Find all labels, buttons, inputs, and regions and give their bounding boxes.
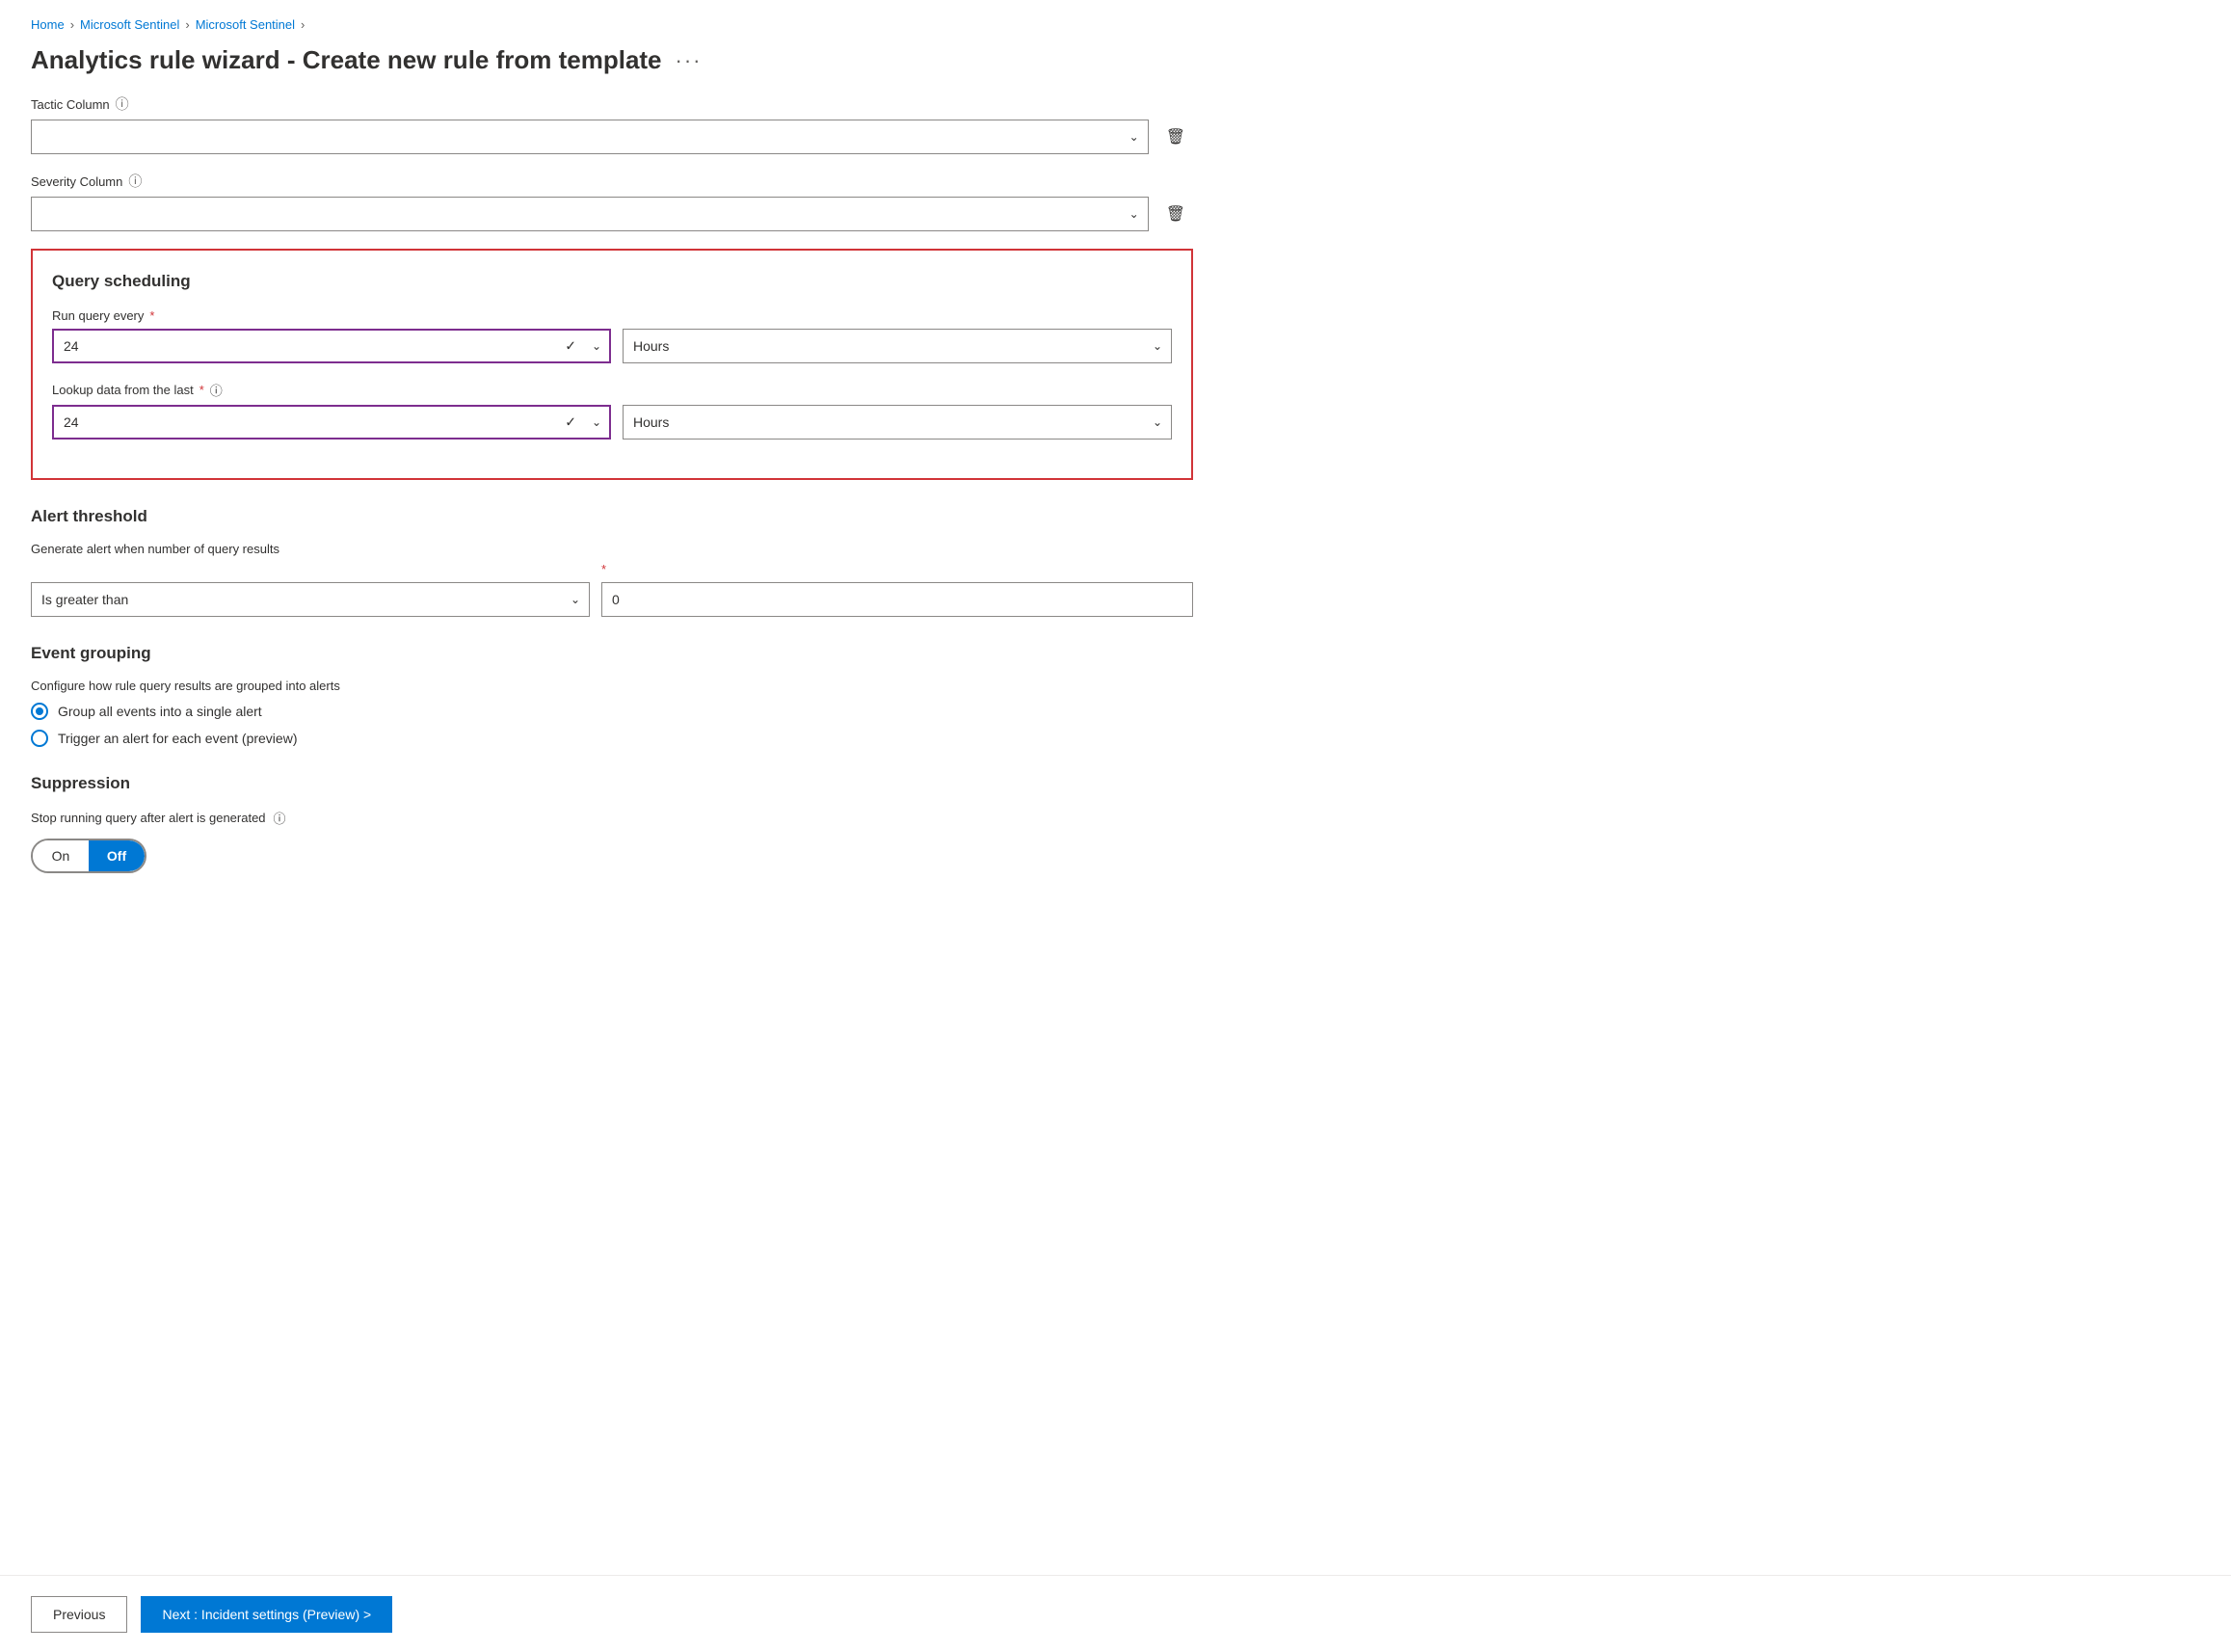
- main-content: Tactic Column ⓘ ⌄ 🗑 Severity Column ⓘ ⌄: [0, 94, 1224, 873]
- breadcrumb: Home › Microsoft Sentinel › Microsoft Se…: [0, 0, 2231, 41]
- radio-group-all[interactable]: Group all events into a single alert: [31, 703, 1193, 720]
- lookup-unit-select[interactable]: Hours Minutes Days: [623, 405, 1172, 440]
- page-title: Analytics rule wizard - Create new rule …: [31, 45, 662, 75]
- breadcrumb-home[interactable]: Home: [31, 17, 65, 32]
- threshold-required-star: *: [601, 562, 1193, 576]
- configure-label: Configure how rule query results are gro…: [31, 679, 1193, 693]
- breadcrumb-sentinel-2[interactable]: Microsoft Sentinel: [196, 17, 295, 32]
- event-grouping-section: Event grouping Configure how rule query …: [31, 644, 1193, 747]
- query-scheduling-title: Query scheduling: [52, 272, 1172, 291]
- radio-group-all-inner: [36, 707, 43, 715]
- tactic-delete-button[interactable]: 🗑: [1158, 123, 1193, 150]
- tactic-select-wrapper: ⌄: [31, 120, 1149, 154]
- event-grouping-title: Event grouping: [31, 644, 1193, 663]
- toggle-on-option[interactable]: On: [33, 840, 89, 871]
- next-button[interactable]: Next : Incident settings (Preview) >: [141, 1596, 392, 1633]
- tactic-column-row: ⌄ 🗑: [31, 120, 1193, 154]
- severity-select-wrapper: ⌄: [31, 197, 1149, 231]
- tactic-column-group: Tactic Column ⓘ ⌄ 🗑: [31, 94, 1193, 154]
- radio-group-all-label: Group all events into a single alert: [58, 704, 262, 719]
- tactic-column-select[interactable]: [31, 120, 1149, 154]
- severity-info-icon[interactable]: ⓘ: [128, 172, 142, 191]
- severity-column-label: Severity Column ⓘ: [31, 172, 1193, 191]
- previous-button[interactable]: Previous: [31, 1596, 127, 1633]
- lookup-unit-col: Hours Minutes Days ⌄: [623, 405, 1172, 440]
- suppression-section: Suppression Stop running query after ale…: [31, 774, 1193, 873]
- severity-delete-button[interactable]: 🗑: [1158, 200, 1193, 227]
- run-query-value-wrapper: 24 ✓ ⌄: [52, 329, 611, 363]
- radio-group-all-btn[interactable]: [31, 703, 48, 720]
- severity-column-select[interactable]: [31, 197, 1149, 231]
- more-options-icon[interactable]: ···: [676, 48, 703, 73]
- stop-running-label: Stop running query after alert is genera…: [31, 811, 266, 825]
- lookup-info-icon[interactable]: ⓘ: [210, 381, 223, 399]
- run-query-unit-col: Hours Minutes Days ⌄: [623, 329, 1172, 363]
- radio-each-event[interactable]: Trigger an alert for each event (preview…: [31, 730, 1193, 747]
- lookup-required: *: [199, 383, 204, 397]
- event-grouping-radio-group: Group all events into a single alert Tri…: [31, 703, 1193, 747]
- footer: Previous Next : Incident settings (Previ…: [0, 1575, 2231, 1652]
- tactic-column-label: Tactic Column ⓘ: [31, 94, 1193, 114]
- threshold-value-input[interactable]: 0: [601, 582, 1193, 617]
- severity-column-group: Severity Column ⓘ ⌄ 🗑: [31, 172, 1193, 231]
- suppression-toggle[interactable]: On Off: [31, 839, 146, 873]
- lookup-value-select[interactable]: 24: [52, 405, 611, 440]
- alert-threshold-section: Alert threshold Generate alert when numb…: [31, 507, 1193, 617]
- suppression-info-icon[interactable]: ⓘ: [274, 809, 286, 827]
- suppression-label-row: Stop running query after alert is genera…: [31, 809, 1193, 827]
- breadcrumb-sep-2: ›: [185, 17, 189, 32]
- lookup-unit-wrapper: Hours Minutes Days ⌄: [623, 405, 1172, 440]
- threshold-condition-col: Is greater than Is less than Is equal to…: [31, 582, 590, 617]
- lookup-data-value-col: Lookup data from the last * ⓘ 24 ✓ ⌄: [52, 381, 611, 440]
- severity-column-row: ⌄ 🗑: [31, 197, 1193, 231]
- run-query-row: Run query every * 24 ✓ ⌄ Hours Minutes: [52, 308, 1172, 363]
- breadcrumb-sep-3: ›: [301, 17, 305, 32]
- breadcrumb-sentinel-1[interactable]: Microsoft Sentinel: [80, 17, 179, 32]
- run-query-required: *: [149, 308, 154, 323]
- radio-each-event-label: Trigger an alert for each event (preview…: [58, 731, 297, 746]
- threshold-condition-wrapper: Is greater than Is less than Is equal to…: [31, 582, 590, 617]
- toggle-off-option[interactable]: Off: [89, 840, 145, 871]
- run-query-unit-wrapper: Hours Minutes Days ⌄: [623, 329, 1172, 363]
- run-query-value-select[interactable]: 24: [52, 329, 611, 363]
- tactic-info-icon[interactable]: ⓘ: [116, 94, 129, 114]
- suppression-title: Suppression: [31, 774, 1193, 793]
- run-query-unit-select[interactable]: Hours Minutes Days: [623, 329, 1172, 363]
- radio-each-event-btn[interactable]: [31, 730, 48, 747]
- page-title-row: Analytics rule wizard - Create new rule …: [0, 41, 2231, 94]
- generate-alert-label: Generate alert when number of query resu…: [31, 542, 1193, 556]
- threshold-value-col: * 0: [601, 562, 1193, 617]
- query-scheduling-section: Query scheduling Run query every * 24 ✓ …: [31, 249, 1193, 480]
- threshold-condition-select[interactable]: Is greater than Is less than Is equal to: [31, 582, 590, 617]
- run-query-label: Run query every *: [52, 308, 611, 323]
- alert-threshold-title: Alert threshold: [31, 507, 1193, 526]
- breadcrumb-sep-1: ›: [70, 17, 74, 32]
- lookup-data-row: Lookup data from the last * ⓘ 24 ✓ ⌄ Hou…: [52, 381, 1172, 440]
- run-query-value-col: Run query every * 24 ✓ ⌄: [52, 308, 611, 363]
- lookup-data-label: Lookup data from the last * ⓘ: [52, 381, 611, 399]
- lookup-value-wrapper: 24 ✓ ⌄: [52, 405, 611, 440]
- threshold-row: Is greater than Is less than Is equal to…: [31, 562, 1193, 617]
